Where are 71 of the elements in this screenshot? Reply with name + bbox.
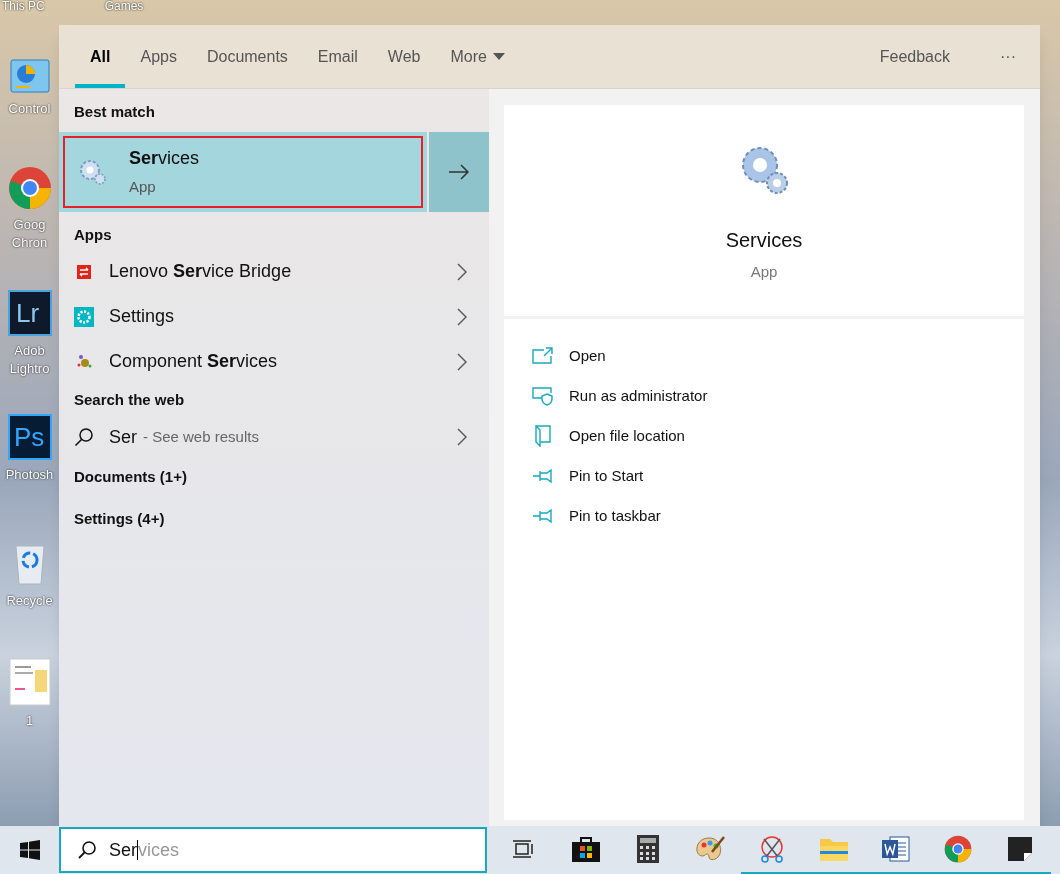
shield-icon	[532, 386, 554, 406]
desktop-app-icon[interactable]: Ps	[7, 414, 52, 460]
desktop-app-icon[interactable]	[9, 58, 50, 94]
app-type: App	[129, 176, 157, 197]
desktop-icon-label: Adob	[14, 342, 45, 360]
action-item[interactable]: Pin to Start	[532, 461, 1024, 491]
desktop-app-icon[interactable]	[7, 166, 52, 210]
section-link[interactable]: Settings (4+)	[59, 508, 489, 531]
search-field[interactable]: Services	[59, 827, 487, 873]
search-icon	[74, 427, 94, 447]
desktop-app-icon[interactable]: Lr	[7, 290, 52, 336]
scissors-icon	[758, 835, 786, 863]
note-icon	[1008, 837, 1032, 861]
search-tab[interactable]: Apps	[125, 25, 192, 88]
open-icon	[532, 347, 554, 365]
chrome-icon	[944, 835, 972, 863]
app-result-item[interactable]: Settings	[59, 294, 489, 339]
desktop-icon-label: 1	[25, 712, 34, 730]
app-name: Services	[725, 228, 803, 253]
best-match-item[interactable]: Services App	[59, 131, 427, 212]
action-item[interactable]: Open file location	[532, 421, 1024, 451]
search-tab[interactable]: Documents	[191, 25, 303, 88]
search-tab[interactable]: Web	[372, 25, 436, 88]
section-heading: Best match	[73, 102, 156, 122]
app-result-item[interactable]: Component Services	[59, 339, 489, 384]
desktop-icon-label: Control	[8, 100, 51, 118]
search-tab[interactable]: More	[435, 25, 520, 88]
action-item[interactable]: Pin to taskbar	[532, 501, 1024, 531]
app-result-item[interactable]: Lenovo Service Bridge	[59, 249, 489, 294]
action-item[interactable]: Open	[532, 341, 1024, 371]
windows-logo-icon	[19, 840, 40, 860]
desktop-icon-label: Chron	[11, 234, 48, 252]
desktop-icon-label: Recycle	[6, 592, 53, 610]
pin-icon	[532, 509, 554, 523]
chevron-right-icon	[457, 352, 467, 371]
document-icon	[882, 836, 910, 862]
section-link[interactable]: Documents (1+)	[59, 465, 489, 488]
desktop-icon-label: Lightro	[9, 360, 50, 378]
desktop-icon-label: Games	[104, 0, 144, 14]
more-options-button[interactable]: ···	[996, 25, 1020, 88]
desktop-icon-label: Photosh	[5, 466, 54, 484]
arrows-icon	[77, 264, 91, 279]
section-heading: Search the web	[73, 390, 186, 410]
components-icon	[76, 353, 92, 370]
desktop-icon-label: This PC	[2, 0, 45, 14]
palette-icon	[695, 836, 725, 862]
app-type: App	[750, 262, 778, 282]
folder-icon	[534, 425, 552, 447]
search-icon	[77, 840, 97, 860]
task-view-icon	[513, 839, 535, 859]
section-heading: Apps	[73, 224, 113, 245]
pin-icon	[532, 469, 554, 483]
gears-icon	[79, 158, 107, 185]
desktop-icon-label: Goog	[13, 216, 46, 234]
search-tab[interactable]: Email	[302, 25, 373, 88]
document-thumbnail[interactable]	[8, 658, 51, 706]
web-search-item[interactable]: Ser - See web results	[59, 414, 489, 460]
arrow-right-icon	[448, 163, 470, 180]
calculator-icon	[637, 835, 659, 863]
folder-icon	[820, 837, 848, 861]
chevron-right-icon	[457, 428, 467, 446]
shopping-bag-icon	[572, 836, 600, 862]
chevron-right-icon	[457, 262, 467, 281]
feedback-link[interactable]: Feedback	[871, 25, 958, 88]
chevron-right-icon	[457, 307, 467, 326]
search-text: Ser	[109, 838, 137, 862]
app-name: Services	[129, 146, 200, 170]
text-cursor	[137, 840, 138, 860]
action-item[interactable]: Run as administrator	[532, 381, 1024, 411]
gear-icon	[74, 306, 94, 327]
autocomplete-suggestion: vices	[138, 838, 180, 862]
